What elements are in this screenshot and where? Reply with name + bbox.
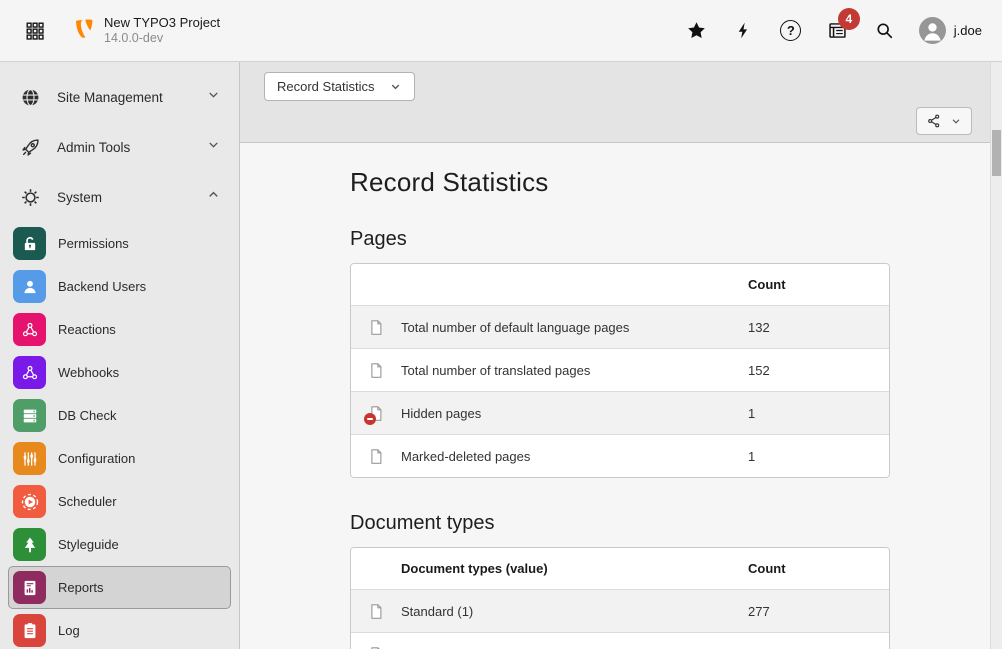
typo3-backend: New TYPO3 Project 14.0.0-dev ? 4 <box>0 0 1002 649</box>
gear-icon <box>19 187 41 208</box>
database-icon <box>13 399 46 432</box>
table-row: Marked-deleted pages 1 <box>351 434 889 477</box>
modules-grid-icon[interactable] <box>18 14 52 48</box>
module-body: Record Statistics Pages Count Tota <box>240 143 1002 649</box>
nodes-icon <box>13 313 46 346</box>
report-icon <box>13 571 46 604</box>
avatar <box>919 17 946 44</box>
table-row: Hidden pages 1 <box>351 391 889 434</box>
count-header: Count <box>748 277 889 292</box>
tree-icon <box>13 528 46 561</box>
user-icon <box>13 270 46 303</box>
play-circle-icon <box>13 485 46 518</box>
report-select-dropdown[interactable]: Record Statistics <box>264 72 415 101</box>
menu-section-site-management[interactable]: Site Management <box>0 72 239 122</box>
globe-icon <box>19 87 41 108</box>
sidebar-item-scheduler[interactable]: Scheduler <box>8 480 231 523</box>
vertical-scrollbar[interactable] <box>990 62 1002 649</box>
module-menu: Site Management Admin Tools <box>0 62 240 649</box>
pages-table: Count Total number of default language p… <box>350 263 890 478</box>
table-row: Backend User Section (6) 0 <box>351 632 889 649</box>
table-row: Total number of translated pages 152 <box>351 348 889 391</box>
user-menu[interactable]: j.doe <box>919 17 982 44</box>
document-types-table: Document types (value) Count Standard (1… <box>350 547 890 649</box>
chevron-up-icon <box>206 187 221 207</box>
chevron-down-icon <box>206 87 221 107</box>
menu-section-system[interactable]: System <box>0 172 239 222</box>
table-row: Standard (1) 277 <box>351 589 889 632</box>
docheader: Record Statistics <box>240 62 1002 143</box>
bookmarks-star-icon[interactable] <box>684 18 710 44</box>
notification-badge: 4 <box>838 8 860 30</box>
help-icon[interactable]: ? <box>778 18 804 44</box>
menu-section-admin-tools[interactable]: Admin Tools <box>0 122 239 172</box>
topbar: New TYPO3 Project 14.0.0-dev ? 4 <box>0 0 1002 62</box>
sliders-icon <box>13 442 46 475</box>
sidebar-item-reactions[interactable]: Reactions <box>8 308 231 351</box>
lock-open-icon <box>13 227 46 260</box>
typo3-logo-icon <box>72 17 95 45</box>
systeminformation-icon[interactable]: 4 <box>825 18 851 44</box>
site-title: New TYPO3 Project <box>104 15 220 31</box>
table-header-row: Document types (value) Count <box>351 548 889 589</box>
section-heading-pages: Pages <box>350 228 1002 251</box>
section-heading-document-types: Document types <box>350 512 1002 535</box>
rocket-icon <box>19 137 41 158</box>
search-icon[interactable] <box>872 18 898 44</box>
count-header: Count <box>748 561 889 576</box>
sidebar-item-db-check[interactable]: DB Check <box>8 394 231 437</box>
sidebar-item-styleguide[interactable]: Styleguide <box>8 523 231 566</box>
typo3-version: 14.0.0-dev <box>104 31 220 47</box>
clipboard-icon <box>13 614 46 647</box>
sidebar-item-permissions[interactable]: Permissions <box>8 222 231 265</box>
page-icon <box>367 318 385 337</box>
chevron-down-icon <box>206 137 221 157</box>
share-icon <box>926 113 942 129</box>
table-row: Total number of default language pages 1… <box>351 305 889 348</box>
chevron-down-icon <box>950 115 962 127</box>
sidebar-item-backend-users[interactable]: Backend Users <box>8 265 231 308</box>
page-hidden-icon <box>367 404 385 423</box>
sidebar-item-reports[interactable]: Reports <box>8 566 231 609</box>
chevron-down-icon <box>389 80 402 93</box>
page-icon <box>367 447 385 466</box>
page-icon <box>367 602 385 621</box>
brand: New TYPO3 Project 14.0.0-dev <box>72 15 220 47</box>
clear-cache-bolt-icon[interactable] <box>731 18 757 44</box>
page-title: Record Statistics <box>350 167 1002 198</box>
page-icon <box>367 361 385 380</box>
content-area: Record Statistics Record Statistics Page… <box>240 62 1002 649</box>
nodes-icon <box>13 356 46 389</box>
page-user-icon <box>367 645 385 649</box>
sidebar-item-webhooks[interactable]: Webhooks <box>8 351 231 394</box>
share-button[interactable] <box>916 107 972 135</box>
sidebar-item-log[interactable]: Log <box>8 609 231 649</box>
sidebar-item-configuration[interactable]: Configuration <box>8 437 231 480</box>
username: j.doe <box>954 23 982 38</box>
hidden-overlay-icon <box>364 413 376 425</box>
scrollbar-thumb[interactable] <box>992 130 1001 176</box>
table-header-row: Count <box>351 264 889 305</box>
